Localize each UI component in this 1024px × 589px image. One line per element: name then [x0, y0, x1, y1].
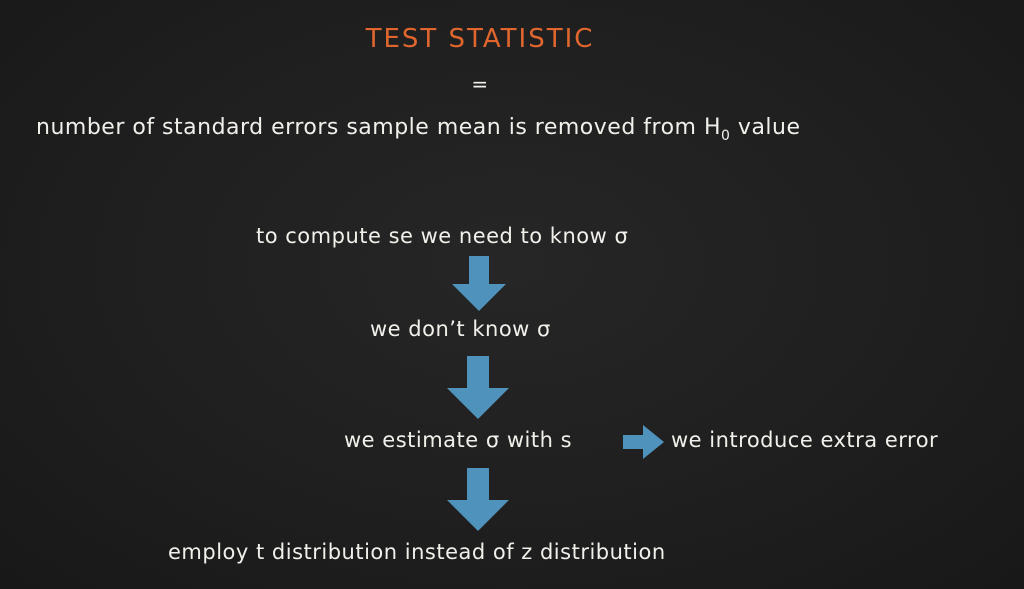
arrow-right-icon — [623, 424, 665, 460]
definition-subscript: 0 — [721, 128, 731, 144]
step-compute-se: to compute se we need to know σ — [256, 224, 629, 248]
arrow-down-icon — [450, 256, 508, 312]
step-estimate-sigma: we estimate σ with s — [344, 428, 573, 452]
side-note-extra-error: we introduce extra error — [671, 428, 939, 452]
step-dont-know-sigma: we don’t know σ — [370, 317, 551, 341]
title: TEST STATISTIC — [365, 24, 595, 54]
arrow-down-icon — [445, 356, 511, 420]
definition-text: number of standard errors sample mean is… — [36, 115, 722, 140]
arrow-down-icon — [445, 468, 511, 532]
equals-sign: = — [471, 72, 489, 96]
chalkboard: TEST STATISTIC = number of standard erro… — [0, 0, 1024, 589]
definition-line: number of standard errors sample mean is… — [36, 115, 801, 144]
step-employ-t-distribution: employ t distribution instead of z distr… — [168, 540, 666, 564]
definition-suffix: value — [730, 115, 801, 140]
